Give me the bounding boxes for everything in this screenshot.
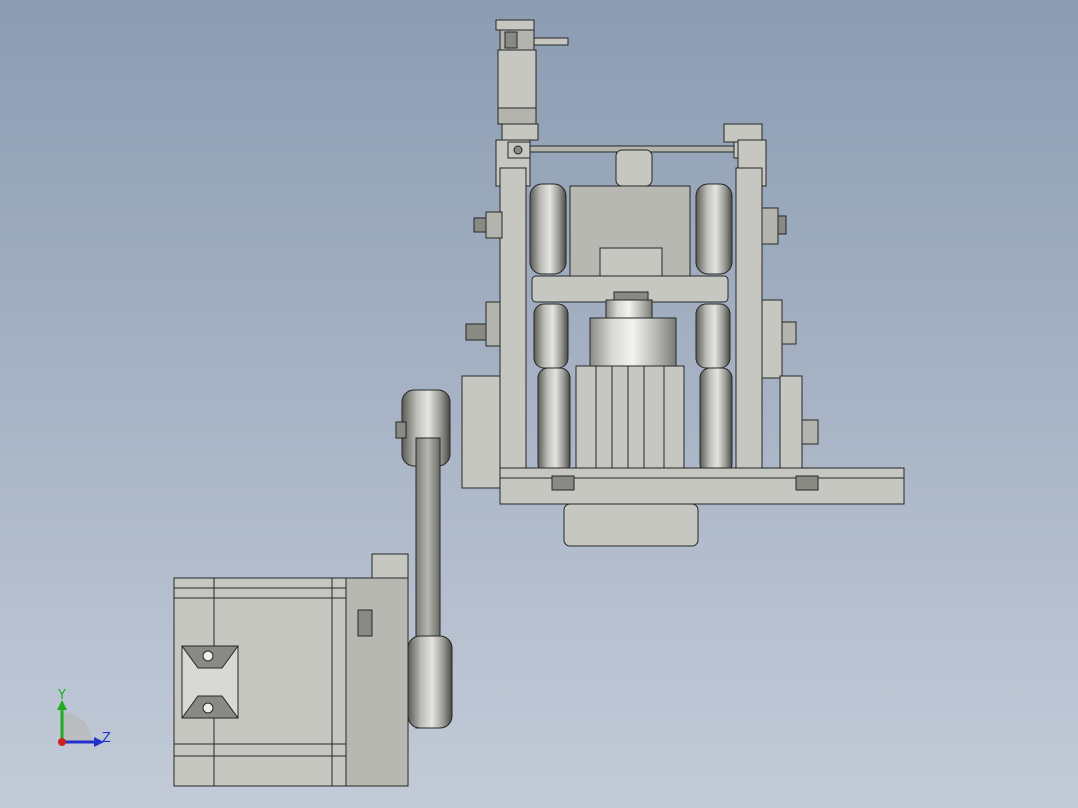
left-housing[interactable]: [461, 375, 501, 489]
axis-z-label: Z: [102, 731, 111, 746]
stepper-motor[interactable]: [173, 553, 409, 787]
horizontal-shaft[interactable]: [531, 275, 729, 303]
upper-left-roller[interactable]: [529, 183, 567, 275]
lower-right-roller[interactable]: [695, 303, 733, 475]
axis-y-label: Y: [58, 688, 66, 703]
lower-left-roller[interactable]: [533, 303, 571, 475]
drive-pulley-bottom[interactable]: [407, 635, 453, 729]
cad-model-view[interactable]: [0, 0, 1078, 808]
right-housing[interactable]: [779, 375, 803, 469]
graphics-viewport[interactable]: Y Z: [0, 0, 1078, 808]
upper-right-roller[interactable]: [695, 183, 733, 275]
